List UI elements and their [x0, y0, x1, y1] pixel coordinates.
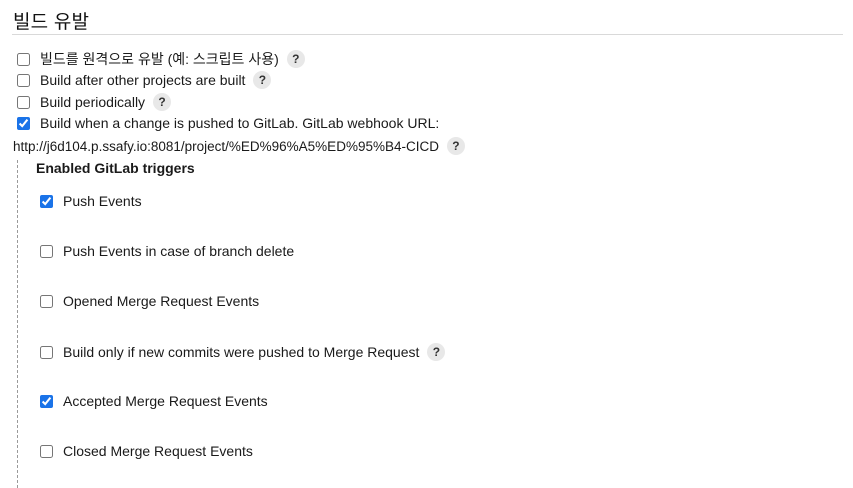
gitlab-trigger-push-row: Push Events	[40, 193, 142, 209]
trigger-periodic-label: Build periodically	[40, 94, 146, 110]
help-icon[interactable]: ?	[446, 137, 465, 155]
trigger-periodic-row: Build periodically ?	[17, 93, 172, 111]
accepted-mr-checkbox[interactable]	[40, 394, 53, 408]
section-divider	[12, 34, 843, 35]
build-triggers-section: 빌드 유발 빌드를 원격으로 유발 (예: 스크립트 사용) ? Build a…	[0, 0, 853, 488]
gitlab-trigger-accepted-mr-row: Accepted Merge Request Events	[40, 393, 268, 409]
gitlab-trigger-branch-delete-row: Push Events in case of branch delete	[40, 243, 294, 259]
help-icon[interactable]: ?	[253, 71, 272, 89]
trigger-gitlab-push-label: Build when a change is pushed to GitLab.…	[40, 115, 440, 131]
trigger-after-other-row: Build after other projects are built ?	[17, 71, 272, 89]
new-commits-mr-label: Build only if new commits were pushed to…	[63, 344, 420, 360]
closed-mr-checkbox[interactable]	[40, 444, 53, 458]
gitlab-trigger-closed-mr-row: Closed Merge Request Events	[40, 443, 253, 459]
trigger-remote-label: 빌드를 원격으로 유발 (예: 스크립트 사용)	[40, 51, 279, 67]
trigger-periodic-checkbox[interactable]	[17, 95, 30, 109]
trigger-gitlab-push-row: Build when a change is pushed to GitLab.…	[17, 115, 439, 131]
trigger-after-other-label: Build after other projects are built	[40, 72, 246, 88]
push-branch-delete-checkbox[interactable]	[40, 244, 53, 258]
opened-mr-label: Opened Merge Request Events	[63, 293, 260, 309]
help-icon[interactable]: ?	[286, 50, 305, 68]
push-events-label: Push Events	[63, 193, 142, 209]
trigger-after-other-checkbox[interactable]	[17, 73, 30, 87]
closed-mr-label: Closed Merge Request Events	[63, 443, 253, 459]
trigger-remote-checkbox[interactable]	[17, 52, 30, 66]
gitlab-triggers-title: Enabled GitLab triggers	[36, 160, 195, 176]
webhook-url-row: http://j6d104.p.ssafy.io:8081/project/%E…	[13, 137, 465, 155]
section-title: 빌드 유발	[13, 12, 90, 33]
new-commits-mr-checkbox[interactable]	[40, 345, 53, 359]
help-icon[interactable]: ?	[153, 93, 172, 111]
accepted-mr-label: Accepted Merge Request Events	[63, 393, 268, 409]
opened-mr-checkbox[interactable]	[40, 294, 53, 308]
push-events-checkbox[interactable]	[40, 194, 53, 208]
gitlab-triggers-panel: Enabled GitLab triggers Push Events Push…	[17, 160, 853, 488]
help-icon[interactable]: ?	[427, 343, 446, 361]
webhook-url-text: http://j6d104.p.ssafy.io:8081/project/%E…	[13, 138, 439, 154]
trigger-remote-row: 빌드를 원격으로 유발 (예: 스크립트 사용) ?	[17, 49, 305, 69]
push-branch-delete-label: Push Events in case of branch delete	[63, 243, 295, 259]
gitlab-trigger-opened-mr-row: Opened Merge Request Events	[40, 293, 259, 309]
trigger-gitlab-push-checkbox[interactable]	[17, 116, 30, 130]
gitlab-trigger-new-commits-mr-row: Build only if new commits were pushed to…	[40, 343, 446, 361]
